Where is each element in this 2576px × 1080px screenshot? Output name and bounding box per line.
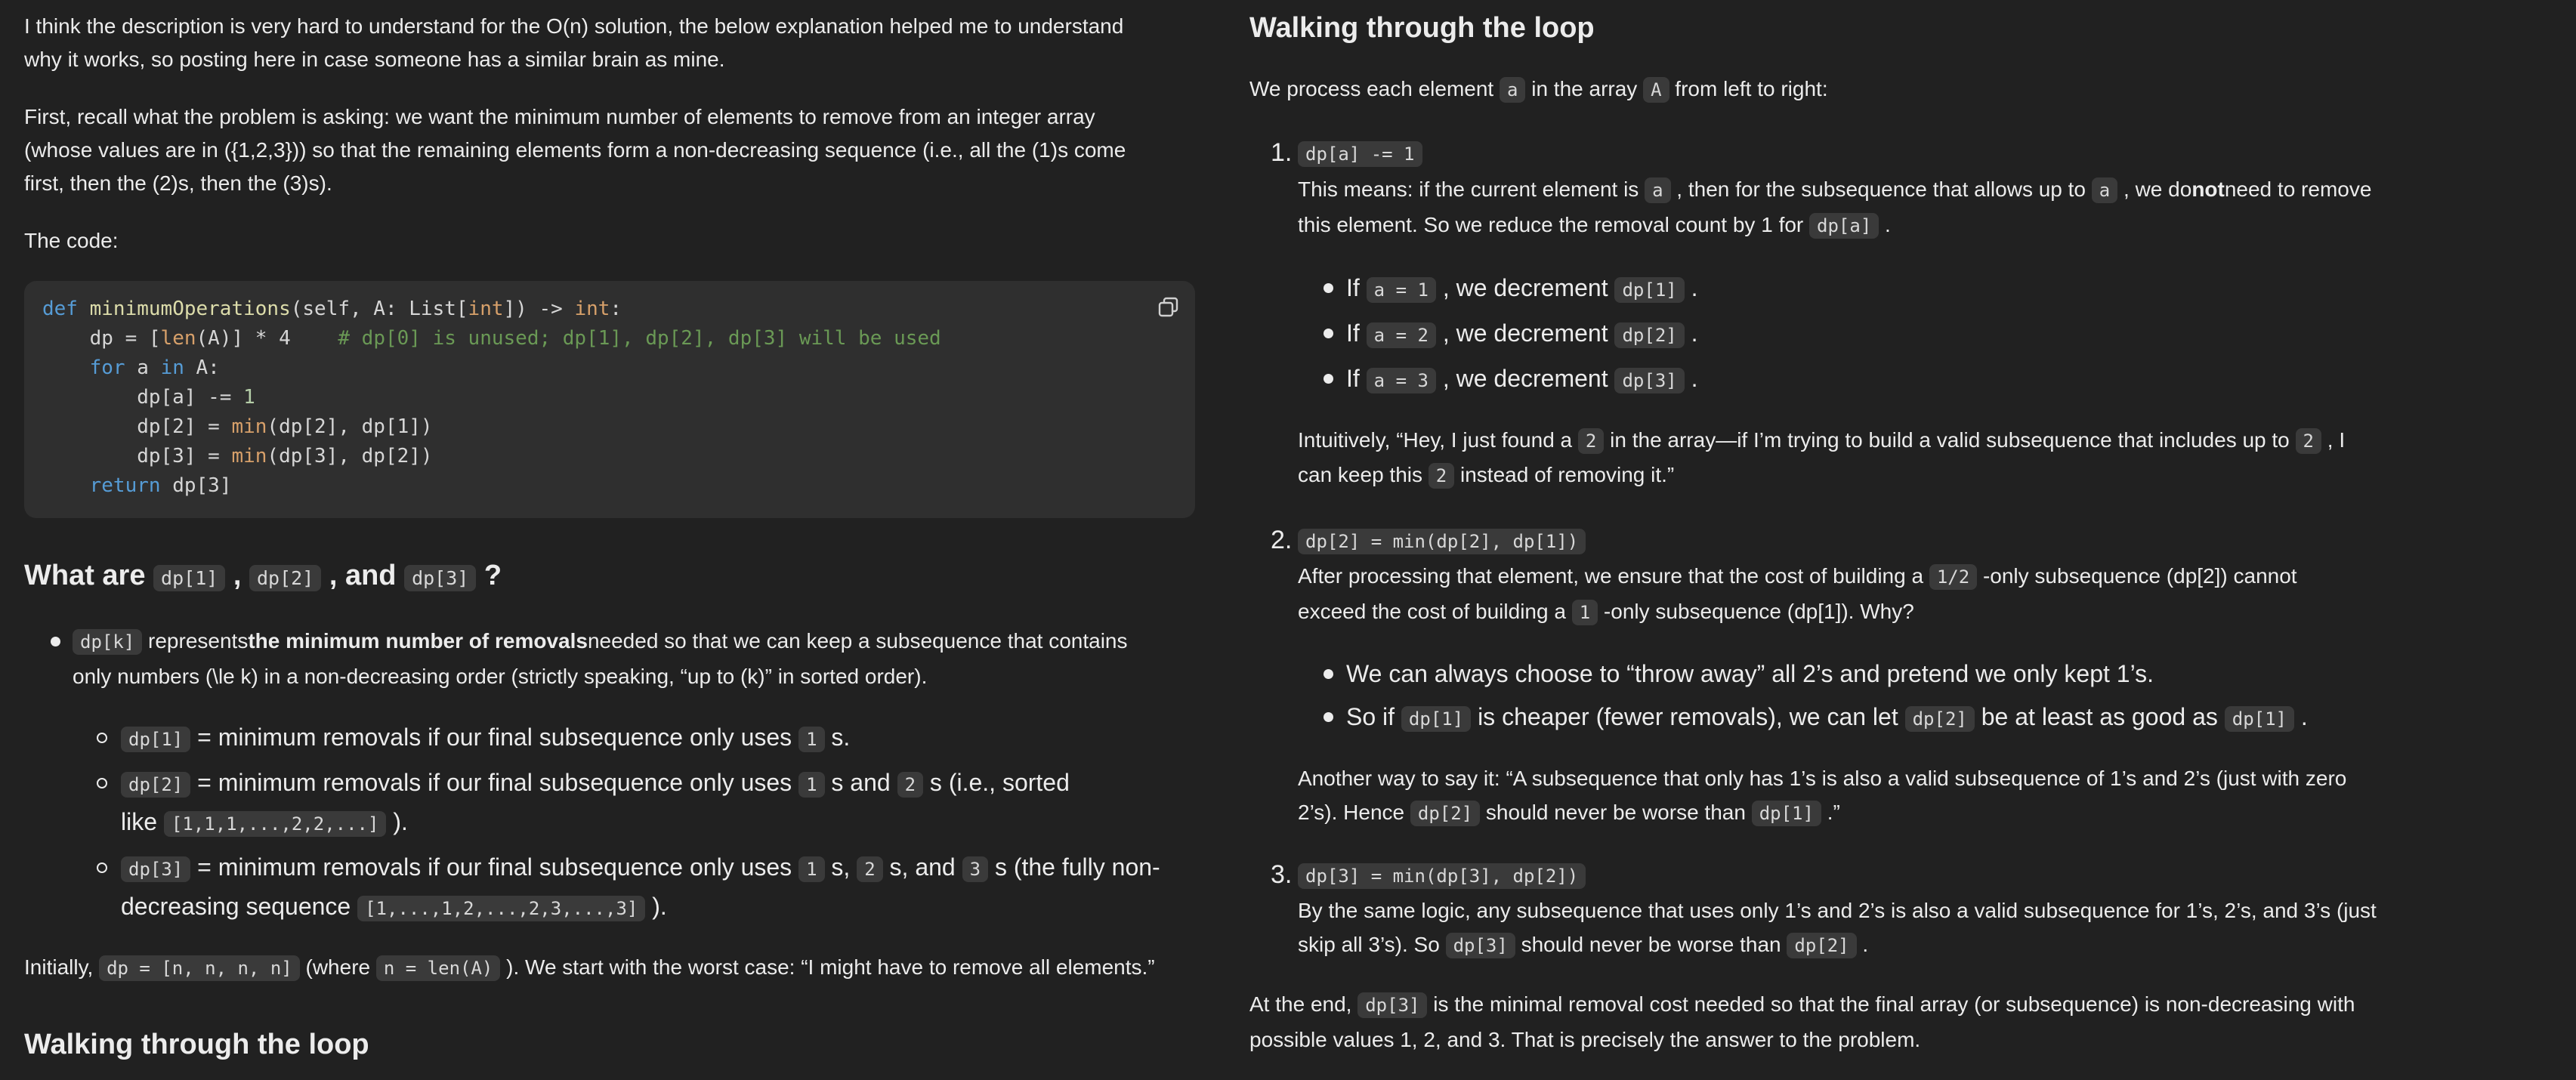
sub-bullet	[97, 733, 107, 743]
sub-bullet	[97, 862, 107, 873]
step-number: 3.	[1271, 860, 1293, 889]
code-block: def minimumOperations(self, A: List[int]…	[24, 281, 1195, 518]
code-text[interactable]: def minimumOperations(self, A: List[int]…	[42, 295, 941, 501]
dp3-definition-line-2: decreasing sequence [1,...,1,2,...,2,3,.…	[121, 893, 667, 921]
bullet	[1324, 374, 1333, 384]
sub-bullet	[97, 778, 107, 788]
step1-code: dp[a] -= 1	[1298, 136, 1422, 171]
intro-line-2: why it works, so posting here in case so…	[24, 48, 725, 71]
process-text: We process each element a in the array A…	[1249, 72, 1828, 107]
recall-line-1: First, recall what the problem is asking…	[24, 105, 1095, 128]
bullet	[1324, 329, 1333, 338]
dp1-definition: dp[1] = minimum removals if our final su…	[121, 720, 850, 757]
dp2-definition-line-1: dp[2] = minimum removals if our final su…	[121, 765, 1070, 802]
code-label: The code:	[24, 229, 119, 252]
bullet	[1324, 283, 1333, 293]
bullet	[1324, 669, 1333, 679]
heading-what-are: What are dp[1] , dp[2] , and dp[3] ?	[24, 560, 502, 591]
step2-line-1: After processing that element, we ensure…	[1298, 559, 2297, 594]
step1-intuition-2: can keep this 2 instead of removing it.”	[1298, 458, 1674, 493]
initially-text: Initially, dp = [n, n, n, n] (where n = …	[24, 950, 1155, 986]
bullet	[51, 637, 60, 646]
step2-line-2: exceed the cost of building a 1 -only su…	[1298, 594, 1914, 630]
step1-bullet-3: If a = 3 , we decrement dp[3] .	[1346, 365, 1698, 393]
recall-line-3: first, then the (2)s, then the (3)s).	[24, 171, 332, 195]
heading-loop-bottom: Walking through the loop	[24, 1029, 369, 1060]
step3-line-2: skip all 3’s). So dp[3] should never be …	[1298, 927, 1868, 963]
step1-line-2: this element. So we reduce the removal c…	[1298, 208, 1891, 243]
step2-code: dp[2] = min(dp[2], dp[1])	[1298, 523, 1586, 559]
dpk-line-1: dp[k] representsthe minimum number of re…	[73, 624, 1128, 659]
step1-intuition-1: Intuitively, “Hey, I just found a 2 in t…	[1298, 423, 2345, 458]
intro-line-1: I think the description is very hard to …	[24, 14, 1124, 38]
dp3-definition-line-1: dp[3] = minimum removals if our final su…	[121, 850, 1160, 887]
step-number: 2.	[1271, 526, 1293, 554]
step2-bullet-2: So if dp[1] is cheaper (fewer removals),…	[1346, 703, 2308, 732]
step1-bullet-1: If a = 1 , we decrement dp[1] .	[1346, 274, 1698, 303]
bullet	[1324, 712, 1333, 722]
end-line-2: possible values 1, 2, and 3. That is pre…	[1249, 1028, 1921, 1051]
step1-line-1: This means: if the current element is a …	[1298, 172, 2371, 208]
step3-line-1: By the same logic, any subsequence that …	[1298, 899, 2377, 922]
dp2-definition-line-2: like [1,1,1,...,2,2,...] ).	[121, 808, 408, 837]
step2-another-2: 2’s). Hence dp[2] should never be worse …	[1298, 795, 1840, 831]
heading-loop: Walking through the loop	[1249, 12, 1595, 44]
recall-line-2: (whose values are in ({1,2,3})) so that …	[24, 138, 1126, 162]
step3-code: dp[3] = min(dp[3], dp[2])	[1298, 858, 1586, 893]
end-line-1: At the end, dp[3] is the minimal removal…	[1249, 987, 2355, 1023]
dpk-line-2: only numbers (\le k) in a non-decreasing…	[73, 665, 928, 688]
step-number: 1.	[1271, 138, 1293, 167]
step2-bullet-1: We can always choose to “throw away” all…	[1346, 660, 2154, 687]
step1-bullet-2: If a = 2 , we decrement dp[2] .	[1346, 319, 1698, 348]
step2-another-1: Another way to say it: “A subsequence th…	[1298, 767, 2347, 790]
copy-icon[interactable]	[1157, 296, 1180, 319]
